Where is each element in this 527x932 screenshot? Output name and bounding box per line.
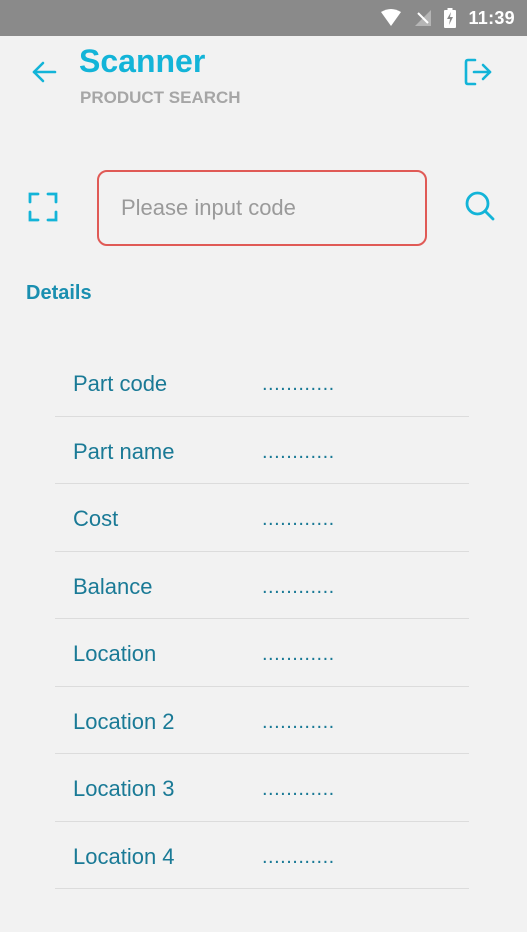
- logout-icon: [463, 57, 493, 92]
- detail-label: Part name: [73, 438, 175, 464]
- details-list: Part code ............ Part name .......…: [55, 349, 469, 889]
- page-title: Scanner: [79, 43, 206, 79]
- status-icons: 11:39: [380, 0, 515, 36]
- detail-label: Location 4: [73, 843, 175, 869]
- detail-value: ............: [262, 575, 335, 598]
- detail-value: ............: [262, 710, 335, 733]
- search-button[interactable]: [462, 190, 498, 226]
- detail-row-balance: Balance ............: [55, 552, 469, 619]
- back-button[interactable]: [28, 58, 60, 90]
- code-input[interactable]: [97, 170, 427, 246]
- scanner-screen: 11:39 Scanner PRODUCT SEARCH Please inpu…: [0, 0, 527, 932]
- detail-value: ............: [262, 440, 335, 463]
- detail-value: ............: [262, 845, 335, 868]
- logout-button[interactable]: [460, 56, 496, 92]
- detail-value: ............: [262, 778, 335, 800]
- status-time: 11:39: [468, 7, 515, 28]
- detail-row-location-3: Location 3 ............: [55, 754, 469, 822]
- arrow-left-icon: [31, 61, 57, 88]
- details-heading: Details: [26, 282, 92, 304]
- search-icon: [464, 190, 496, 227]
- page-subtitle: PRODUCT SEARCH: [80, 88, 241, 107]
- detail-row-part-name: Part name ............: [55, 417, 469, 484]
- detail-row-part-code: Part code ............: [55, 349, 469, 417]
- detail-value: ............: [262, 508, 335, 530]
- battery-charging-icon: [444, 8, 457, 28]
- scan-button[interactable]: [26, 192, 60, 226]
- detail-row-cost: Cost ............: [55, 484, 469, 552]
- detail-label: Part code: [73, 371, 168, 396]
- scan-frame-icon: [28, 192, 58, 227]
- detail-value: ............: [262, 373, 335, 395]
- detail-row-location-4: Location 4 ............: [55, 822, 469, 889]
- detail-label: Cost: [73, 506, 119, 531]
- detail-row-location-2: Location 2 ............: [55, 687, 469, 754]
- detail-label: Location 2: [73, 708, 175, 734]
- detail-label: Balance: [73, 573, 153, 599]
- status-bar: 11:39: [0, 0, 527, 36]
- detail-label: Location 3: [73, 776, 175, 801]
- detail-label: Location: [73, 641, 157, 666]
- wifi-icon: [380, 9, 402, 27]
- detail-value: ............: [262, 643, 335, 665]
- no-signal-icon: [414, 9, 432, 27]
- detail-row-location: Location ............: [55, 619, 469, 687]
